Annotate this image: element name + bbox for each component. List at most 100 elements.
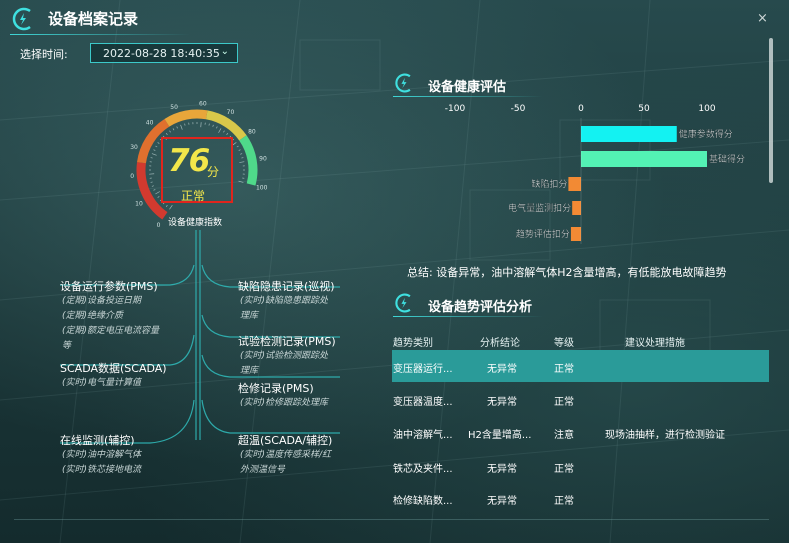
cell-action: 现场油抽样，进行检测验证 xyxy=(605,430,725,441)
gauge-tick xyxy=(172,128,175,131)
tree-sub-list: (定期)设备投运日期 (定期)绝缘介质 (定期)额定电压电流容量 等 xyxy=(62,294,159,354)
tree-item-test-records[interactable]: 试验检测记录(PMS) xyxy=(238,333,336,349)
gauge-value: 76 xyxy=(168,143,210,179)
gauge-tick xyxy=(184,123,186,126)
axis-tick-label: -50 xyxy=(511,104,526,114)
cell-category: 变压器运行... xyxy=(393,364,453,375)
column-header-category: 趋势类别 xyxy=(393,338,433,349)
tree-sub-text: (定期)绝缘介质 xyxy=(62,311,124,321)
tree-sub-text: (实时)铁芯接地电流 xyxy=(62,465,142,475)
gauge-tick-label: 70 xyxy=(227,109,235,116)
gauge-tick xyxy=(150,157,153,159)
tree-item-maintenance-records[interactable]: 检修记录(PMS) xyxy=(238,380,314,396)
gauge-tick-label: 40 xyxy=(146,120,154,127)
cell-conclusion: 无异常 xyxy=(487,364,517,375)
tree-sub-list: (实时)缺陷隐患跟踪处 理库 xyxy=(240,294,328,324)
gauge-tick xyxy=(165,133,168,135)
gauge-tick xyxy=(165,205,168,207)
gauge-tick xyxy=(218,128,222,133)
tree-sub-text: (实时)试验检测跟踪处 xyxy=(240,351,329,361)
gauge-tick-label: 90 xyxy=(259,155,267,162)
window-logo-icon xyxy=(12,7,31,31)
table-row[interactable]: 变压器运行... 无异常 正常 xyxy=(392,350,769,382)
gauge-arc-segment xyxy=(164,109,208,127)
cell-level: 正常 xyxy=(554,464,574,475)
gauge-arc-segment xyxy=(205,110,247,141)
time-select-value: 2022-08-28 18:40:35 xyxy=(103,47,220,60)
chevron-down-icon: ⌄ xyxy=(220,46,229,57)
scrollbar-thumb[interactable] xyxy=(769,38,773,183)
gauge-tick-label: 100 xyxy=(256,184,268,191)
axis-tick-label: -100 xyxy=(445,104,466,114)
axis-tick-label: 0 xyxy=(578,104,584,114)
tree-sub-text: (实时)缺陷隐患跟踪处 xyxy=(240,296,329,306)
cell-conclusion: 无异常 xyxy=(487,397,517,408)
footer-divider xyxy=(14,519,769,520)
health-bar xyxy=(568,177,581,191)
cell-category: 油中溶解气... xyxy=(393,430,453,441)
gauge-tick xyxy=(155,191,160,195)
cell-level: 注意 xyxy=(554,430,574,441)
tree-item-device-params[interactable]: 设备运行参数(PMS) xyxy=(60,278,158,294)
gauge-tick xyxy=(151,185,154,187)
tree-sub-list: (实时)试验检测跟踪处 理库 xyxy=(240,349,328,379)
cell-category: 变压器温度... xyxy=(393,397,453,408)
gauge-tick xyxy=(151,153,157,156)
health-bar xyxy=(581,126,677,142)
axis-tick-label: 100 xyxy=(698,104,715,114)
tree-sub-text: (定期)设备投运日期 xyxy=(62,296,142,306)
gauge-tick xyxy=(238,180,244,183)
tree-sub-text: (实时)油中溶解气体 xyxy=(62,450,142,460)
health-bar-chart: -100 -50 0 50 100 健康参数得分基础得分缺陷扣分电气量监测扣分趋势评估扣分 xyxy=(445,104,745,244)
gauge-unit: 分 xyxy=(207,165,220,179)
health-bar xyxy=(581,151,707,167)
window-title: 设备档案记录 xyxy=(48,10,139,28)
gauge-tick xyxy=(150,181,153,183)
gauge-tick xyxy=(176,126,178,129)
close-button[interactable]: × xyxy=(757,11,768,26)
health-bar xyxy=(570,227,581,241)
gauge-tick xyxy=(169,130,171,133)
bar-category-label: 基础得分 xyxy=(709,153,745,165)
tree-item-scada[interactable]: SCADA数据(SCADA) xyxy=(60,360,167,376)
section-underline xyxy=(393,316,543,317)
column-header-action: 建议处理措施 xyxy=(625,338,685,349)
section-logo-icon xyxy=(395,293,411,313)
cell-category: 检修缺陷数... xyxy=(393,496,453,507)
gauge-tick xyxy=(157,196,160,198)
cell-level: 正常 xyxy=(554,364,574,375)
tree-sub-text: 理库 xyxy=(240,366,259,376)
table-row[interactable]: 变压器温度... 无异常 正常 xyxy=(392,383,769,415)
gauge-tick xyxy=(155,145,158,148)
tree-item-defect-records[interactable]: 缺陷隐患记录(巡视) xyxy=(238,278,335,294)
column-header-conclusion: 分析结论 xyxy=(480,338,520,349)
tree-sub-text: 理库 xyxy=(240,311,259,321)
table-row[interactable]: 铁芯及夹件... 无异常 正常 xyxy=(392,450,769,482)
gauge-tick xyxy=(223,130,225,133)
tree-item-overtemp[interactable]: 超温(SCADA/辅控) xyxy=(238,432,332,448)
cell-conclusion: H2含量增高... xyxy=(468,430,532,441)
gauge-tick xyxy=(157,142,160,144)
gauge-status: 正常 xyxy=(181,189,206,203)
tree-item-online-monitor[interactable]: 在线监测(辅控) xyxy=(60,432,135,448)
table-row[interactable]: 油中溶解气... H2含量增高... 注意 现场油抽样，进行检测验证 xyxy=(392,416,769,448)
gauge-tick-label: 20 xyxy=(130,173,134,180)
gauge-tick xyxy=(238,149,241,151)
tree-sub-list: (实时)油中溶解气体 (实时)铁芯接地电流 xyxy=(62,448,141,478)
health-section-title: 设备健康评估 xyxy=(428,80,507,95)
section-logo-icon xyxy=(395,73,411,93)
tree-sub-list: (实时)电气量计算值 xyxy=(62,376,141,391)
gauge-tick-label: 60 xyxy=(199,100,207,107)
gauge-tick xyxy=(153,149,156,151)
gauge-tick-label: 50 xyxy=(170,104,178,111)
title-underline xyxy=(10,34,190,35)
gauge-tick-label: 80 xyxy=(248,129,256,136)
time-select[interactable]: 2022-08-28 18:40:35 ⌄ xyxy=(90,43,238,63)
health-bar xyxy=(572,201,581,215)
gauge-tick-label: 10 xyxy=(135,201,143,208)
table-row[interactable]: 检修缺陷数... 无异常 正常 xyxy=(392,482,769,514)
gauge-tick xyxy=(180,124,183,130)
bar-category-label: 健康参数得分 xyxy=(679,128,733,140)
cell-conclusion: 无异常 xyxy=(487,464,517,475)
tree-sub-text: (实时)电气量计算值 xyxy=(62,378,142,388)
